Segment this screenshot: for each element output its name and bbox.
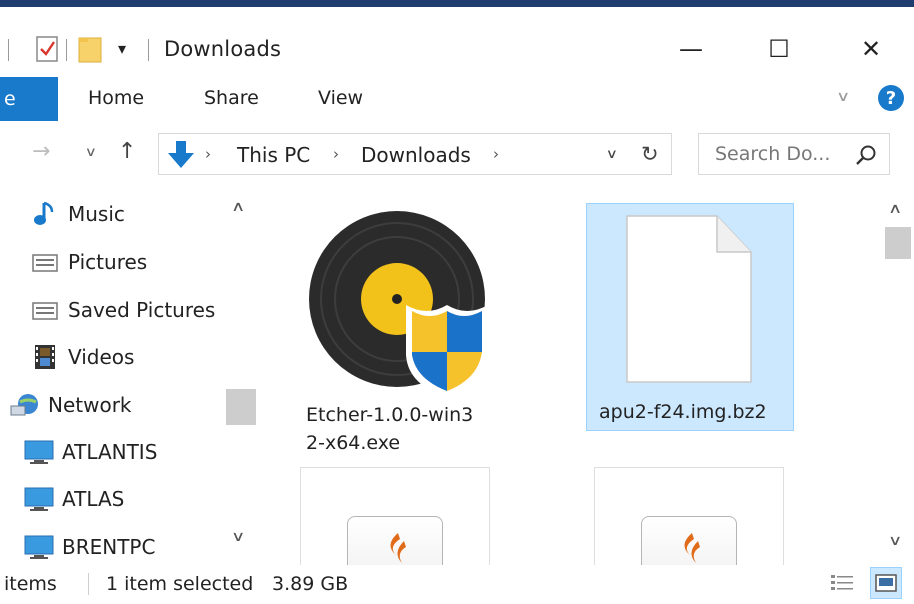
file-tile[interactable] bbox=[300, 467, 490, 565]
network-icon bbox=[10, 392, 40, 418]
file-list-scrollbar[interactable]: ∧ ∨ bbox=[880, 189, 914, 565]
computer-icon bbox=[24, 486, 54, 512]
pictures-folder-icon bbox=[30, 297, 60, 323]
breadcrumb-this-pc[interactable]: This PC bbox=[237, 143, 310, 167]
scroll-down-icon[interactable]: ∨ bbox=[888, 533, 902, 549]
etcher-disc-shield-icon bbox=[309, 211, 488, 397]
selection-size: 3.89 GB bbox=[272, 573, 349, 595]
nav-item-atlas[interactable]: ATLAS bbox=[24, 479, 124, 519]
help-button[interactable]: ? bbox=[878, 85, 904, 111]
search-icon bbox=[856, 145, 876, 165]
new-folder-icon[interactable] bbox=[78, 35, 104, 63]
blank-file-icon bbox=[626, 215, 752, 383]
tab-home[interactable]: Home bbox=[88, 87, 144, 109]
nav-item-label: ATLAS bbox=[62, 487, 125, 511]
navigation-pane: Music Pictures Saved Pictures Videos Net… bbox=[0, 189, 262, 565]
scroll-down-icon[interactable]: ∨ bbox=[231, 529, 245, 545]
nav-item-network[interactable]: Network bbox=[10, 385, 132, 425]
large-icons-view-icon bbox=[875, 574, 897, 592]
navigation-pane-scrollbar[interactable]: ∧ ∨ bbox=[224, 189, 256, 565]
search-box[interactable]: Search Do... bbox=[698, 133, 890, 175]
address-dropdown-icon[interactable]: ∨ bbox=[606, 147, 618, 162]
breadcrumb-separator[interactable]: › bbox=[493, 145, 499, 163]
file-tile-apu2[interactable]: apu2-f24.img.bz2 bbox=[586, 203, 794, 431]
quick-access-separator bbox=[8, 39, 9, 61]
selection-count: 1 item selected bbox=[106, 573, 254, 595]
status-bar: items 1 item selected 3.89 GB bbox=[0, 565, 914, 604]
details-view-button[interactable] bbox=[826, 567, 858, 599]
nav-item-pictures[interactable]: Pictures bbox=[30, 242, 147, 282]
scroll-up-icon[interactable]: ∧ bbox=[231, 199, 245, 215]
tab-share[interactable]: Share bbox=[204, 87, 259, 109]
computer-icon bbox=[24, 439, 54, 465]
film-strip-icon bbox=[30, 344, 60, 370]
scrollbar-thumb[interactable] bbox=[885, 227, 911, 259]
nav-item-label: BRENTPC bbox=[62, 535, 156, 559]
download-arrow-icon bbox=[168, 141, 194, 168]
file-name: apu2-f24.img.bz2 bbox=[599, 401, 767, 423]
java-flame-icon bbox=[684, 533, 700, 563]
title-bar: ▾ Downloads — ☐ ✕ bbox=[0, 7, 914, 73]
expand-ribbon-icon[interactable]: ∨ bbox=[836, 89, 850, 105]
file-list: Etcher-1.0.0-win3 2-x64.exe apu2-f24.img… bbox=[262, 189, 914, 565]
scrollbar-thumb[interactable] bbox=[226, 389, 256, 425]
nav-item-videos[interactable]: Videos bbox=[30, 337, 134, 377]
large-icons-view-button[interactable] bbox=[870, 567, 902, 599]
scroll-up-icon[interactable]: ∧ bbox=[888, 201, 902, 217]
tab-file[interactable]: e bbox=[0, 77, 58, 121]
search-input[interactable]: Search Do... bbox=[715, 143, 830, 165]
pictures-folder-icon bbox=[30, 249, 60, 275]
computer-icon bbox=[24, 534, 54, 560]
nav-item-label: Music bbox=[68, 202, 125, 226]
breadcrumb-separator[interactable]: › bbox=[333, 145, 339, 163]
navigation-row: → ∨ ↑ › This PC › Downloads › ∨ ↻ Search… bbox=[0, 121, 914, 189]
minimize-button[interactable]: — bbox=[666, 29, 716, 69]
address-bar[interactable]: › This PC › Downloads › ∨ ↻ bbox=[158, 133, 760, 175]
java-file-icon bbox=[641, 516, 737, 565]
customize-quick-access-icon[interactable]: ▾ bbox=[118, 39, 126, 58]
music-note-icon bbox=[30, 201, 60, 227]
java-flame-icon bbox=[390, 533, 406, 563]
window-title: Downloads bbox=[164, 37, 282, 61]
file-tile-etcher[interactable]: Etcher-1.0.0-win3 2-x64.exe bbox=[296, 201, 506, 467]
item-count: items bbox=[4, 573, 57, 595]
status-separator bbox=[88, 573, 89, 595]
nav-item-brentpc[interactable]: BRENTPC bbox=[24, 527, 155, 565]
tab-view[interactable]: View bbox=[318, 87, 363, 109]
nav-item-label: Network bbox=[48, 393, 132, 417]
up-arrow-icon[interactable]: ↑ bbox=[118, 139, 136, 164]
details-view-icon bbox=[831, 575, 853, 590]
nav-item-saved-pictures[interactable]: Saved Pictures bbox=[30, 290, 215, 330]
breadcrumb-downloads[interactable]: Downloads bbox=[361, 143, 471, 167]
nav-item-music[interactable]: Music bbox=[30, 194, 125, 234]
title-separator bbox=[148, 39, 149, 61]
nav-item-label: Pictures bbox=[68, 250, 148, 274]
ribbon-tabs: e Home Share View ∨ ? bbox=[0, 73, 914, 121]
breadcrumb-separator[interactable]: › bbox=[205, 145, 211, 163]
recent-locations-icon[interactable]: ∨ bbox=[85, 145, 97, 160]
file-name-continued: 2-x64.exe bbox=[306, 432, 401, 454]
nav-item-atlantis[interactable]: ATLANTIS bbox=[24, 432, 157, 472]
maximize-button[interactable]: ☐ bbox=[754, 29, 804, 69]
properties-icon[interactable] bbox=[36, 33, 58, 63]
file-name: Etcher-1.0.0-win3 bbox=[306, 404, 474, 426]
refresh-icon[interactable]: ↻ bbox=[641, 142, 659, 166]
close-button[interactable]: ✕ bbox=[846, 29, 896, 69]
nav-item-label: Videos bbox=[68, 345, 135, 369]
quick-access-separator bbox=[66, 39, 67, 61]
nav-item-label: Saved Pictures bbox=[68, 298, 216, 322]
file-tile[interactable] bbox=[594, 467, 784, 565]
window-top-border bbox=[0, 0, 914, 7]
java-file-icon bbox=[347, 516, 443, 565]
nav-item-label: ATLANTIS bbox=[62, 440, 158, 464]
forward-arrow-icon[interactable]: → bbox=[32, 139, 50, 164]
